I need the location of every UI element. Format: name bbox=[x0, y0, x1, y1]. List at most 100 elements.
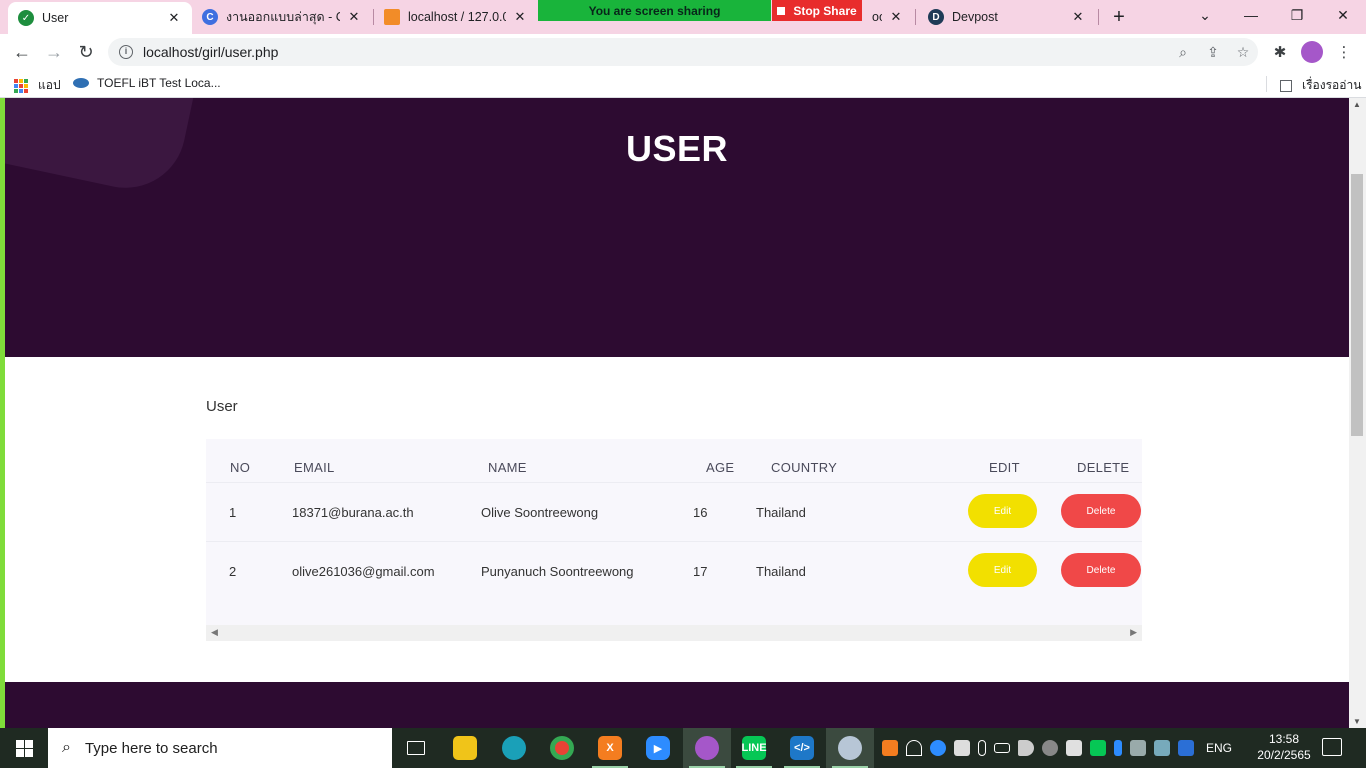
bluetooth-device-icon[interactable] bbox=[954, 740, 970, 756]
chrome-button[interactable] bbox=[538, 728, 586, 768]
edit-button[interactable]: Edit bbox=[968, 494, 1037, 528]
back-button[interactable]: ← bbox=[8, 38, 36, 66]
tab-user[interactable]: ✓ User ✕ bbox=[8, 2, 192, 34]
close-icon[interactable]: ✕ bbox=[166, 10, 182, 26]
xampp-button[interactable]: X bbox=[586, 728, 634, 768]
vscode-button[interactable]: </> bbox=[778, 728, 826, 768]
info-icon[interactable]: i bbox=[119, 45, 133, 59]
security-icon[interactable] bbox=[1066, 740, 1082, 756]
ets-icon bbox=[73, 78, 89, 88]
delete-button[interactable]: Delete bbox=[1061, 494, 1141, 528]
minimize-icon: — bbox=[1244, 7, 1258, 23]
tab-label: oom bbox=[872, 10, 882, 24]
new-tab-button[interactable]: + bbox=[1097, 2, 1141, 32]
apps-bookmark[interactable]: แอป bbox=[14, 76, 61, 95]
taskbar: ⌕ Type here to search X ▶ LINE </> ENG 1… bbox=[0, 728, 1366, 768]
url-text[interactable]: localhost/girl/user.php bbox=[143, 44, 1168, 60]
reload-button[interactable]: ↻ bbox=[72, 38, 100, 66]
apps-grid-icon bbox=[14, 78, 28, 93]
edit-button[interactable]: Edit bbox=[968, 553, 1037, 587]
row-divider bbox=[206, 482, 1142, 483]
microphone-icon[interactable] bbox=[978, 740, 986, 756]
page-viewport: USER User NO EMAIL NAME AGE COUNTRY EDIT… bbox=[5, 98, 1349, 728]
volume-icon[interactable] bbox=[1018, 740, 1034, 756]
wifi-icon[interactable] bbox=[906, 740, 922, 756]
share-icon[interactable]: ⇪ bbox=[1198, 44, 1228, 61]
star-icon[interactable]: ☆ bbox=[1228, 44, 1258, 61]
scrollbar-thumb[interactable] bbox=[1351, 174, 1363, 436]
scroll-up-icon[interactable]: ▲ bbox=[1353, 100, 1361, 109]
scroll-right-icon[interactable]: ▶ bbox=[1130, 627, 1137, 638]
bluetooth-icon[interactable] bbox=[1114, 740, 1122, 756]
start-button[interactable] bbox=[0, 728, 48, 768]
cell-age: 17 bbox=[693, 564, 708, 579]
windows-icon bbox=[15, 739, 33, 757]
taskbar-search[interactable]: ⌕ Type here to search bbox=[48, 728, 392, 768]
battery-icon[interactable] bbox=[994, 743, 1010, 753]
zoom-tray-icon[interactable] bbox=[930, 740, 946, 756]
close-icon: ✕ bbox=[1337, 6, 1349, 23]
profile-button[interactable] bbox=[1300, 40, 1324, 64]
scroll-down-icon[interactable]: ▼ bbox=[1353, 717, 1361, 726]
browser-toolbar: ← → ↻ i localhost/girl/user.php ⌕ ⇪ ☆ ✱ … bbox=[0, 34, 1366, 70]
delete-button[interactable]: Delete bbox=[1061, 553, 1141, 587]
tab-devpost[interactable]: D Devpost ✕ bbox=[918, 0, 1096, 34]
canva-icon: C bbox=[202, 9, 218, 25]
close-icon[interactable]: ✕ bbox=[888, 9, 904, 25]
window-close-button[interactable]: ✕ bbox=[1320, 0, 1366, 30]
edge-button[interactable] bbox=[490, 728, 538, 768]
chrome-profile-button[interactable] bbox=[683, 728, 731, 768]
xampp-tray-icon[interactable] bbox=[882, 740, 898, 756]
tab-search-button[interactable]: ⌄ bbox=[1182, 0, 1228, 30]
clock[interactable]: 13:58 20/2/2565 bbox=[1256, 731, 1312, 763]
menu-icon[interactable]: ⋮ bbox=[1332, 40, 1356, 64]
close-icon[interactable]: ✕ bbox=[512, 9, 528, 25]
edge-icon bbox=[502, 736, 526, 760]
tab-phpmyadmin[interactable]: localhost / 127.0.0.1 / ✕ bbox=[374, 0, 538, 34]
chrome-icon bbox=[550, 736, 574, 760]
address-bar[interactable]: i localhost/girl/user.php ⌕ ⇪ ☆ bbox=[108, 38, 1258, 66]
toefl-bookmark[interactable]: TOEFL iBT Test Loca... bbox=[73, 76, 221, 90]
notification-icon[interactable] bbox=[1322, 738, 1342, 756]
check-circle-icon: ✓ bbox=[18, 10, 34, 26]
devpost-icon: D bbox=[928, 9, 944, 25]
display-icon[interactable] bbox=[1130, 740, 1146, 756]
close-icon[interactable]: ✕ bbox=[346, 9, 362, 25]
header-email: EMAIL bbox=[294, 460, 335, 475]
language-indicator[interactable]: ENG bbox=[1206, 741, 1232, 755]
cell-age: 16 bbox=[693, 505, 708, 520]
tab-canva[interactable]: C งานออกแบบล่าสุด - Canva ✕ bbox=[192, 0, 372, 34]
line-button[interactable]: LINE bbox=[730, 728, 778, 768]
file-explorer-button[interactable] bbox=[441, 728, 489, 768]
restore-button[interactable]: ❐ bbox=[1274, 0, 1320, 30]
header-age: AGE bbox=[706, 460, 735, 475]
task-view-button[interactable] bbox=[392, 728, 440, 768]
reading-list-button[interactable]: เรื่องรออ่าน bbox=[1280, 76, 1361, 95]
extensions-icon[interactable]: ✱ bbox=[1268, 40, 1292, 64]
restore-icon: ❐ bbox=[1290, 6, 1304, 23]
zoom-button[interactable]: ▶ bbox=[634, 728, 682, 768]
vertical-scrollbar[interactable]: ▲ ▼ bbox=[1349, 98, 1366, 728]
minimize-button[interactable]: — bbox=[1228, 0, 1274, 30]
arrow-right-icon: → bbox=[45, 41, 63, 62]
zoom-icon[interactable]: ⌕ bbox=[1168, 44, 1198, 61]
scroll-left-icon[interactable]: ◀ bbox=[211, 627, 218, 638]
onedrive-icon[interactable] bbox=[1042, 740, 1058, 756]
input-method-icon[interactable] bbox=[1178, 740, 1194, 756]
forward-button[interactable]: → bbox=[40, 38, 68, 66]
reload-icon: ↻ bbox=[78, 41, 94, 62]
tab-zoom[interactable]: oom ✕ bbox=[862, 0, 914, 34]
hero-banner: USER bbox=[5, 98, 1349, 357]
paint-button[interactable] bbox=[826, 728, 874, 768]
network-icon[interactable] bbox=[1154, 740, 1170, 756]
stop-share-button[interactable]: Stop Share bbox=[772, 0, 862, 21]
search-icon: ⌕ bbox=[62, 739, 71, 756]
horizontal-scrollbar[interactable]: ◀ ▶ bbox=[206, 625, 1142, 641]
plus-icon: + bbox=[1113, 5, 1125, 28]
line-tray-icon[interactable] bbox=[1090, 740, 1106, 756]
tab-label: User bbox=[42, 11, 69, 25]
close-icon[interactable]: ✕ bbox=[1070, 9, 1086, 25]
delete-label: Delete bbox=[1086, 505, 1116, 517]
bookmarks-bar: แอป TOEFL iBT Test Loca... เรื่องรออ่าน bbox=[0, 70, 1366, 98]
toefl-label: TOEFL iBT Test Loca... bbox=[97, 76, 221, 90]
